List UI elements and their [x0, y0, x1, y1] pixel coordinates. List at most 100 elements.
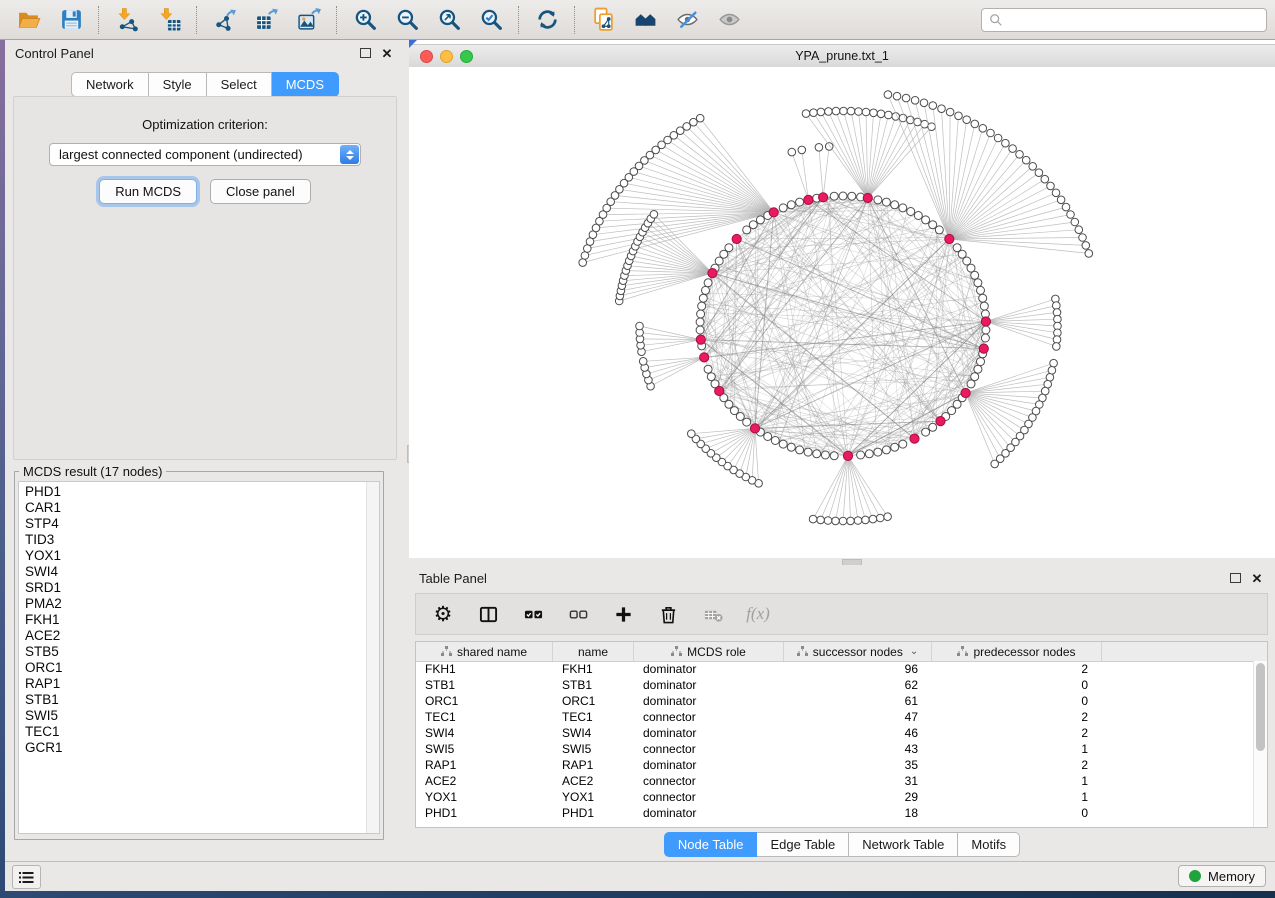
mcds-result-node[interactable]: STB5 [25, 644, 379, 660]
mcds-list-scrollbar[interactable] [366, 482, 379, 833]
tab-select[interactable]: Select [207, 72, 272, 97]
table-row[interactable]: YOX1YOX1connector291 [416, 789, 1254, 805]
show-columns-button[interactable] [475, 601, 501, 627]
table-row[interactable]: ORC1ORC1dominator610 [416, 693, 1254, 709]
mcds-result-list[interactable]: PHD1CAR1STP4TID3YOX1SWI4SRD1PMA2FKH1ACE2… [18, 481, 380, 834]
column-header-predecessor-nodes[interactable]: predecessor nodes [932, 642, 1102, 661]
graph-node [839, 192, 847, 200]
export-network-button[interactable] [204, 3, 246, 37]
show-log-button[interactable] [12, 865, 41, 889]
zoom-in-button[interactable] [344, 3, 386, 37]
tab-node-table[interactable]: Node Table [664, 832, 758, 857]
table-cell: SWI4 [416, 725, 553, 741]
select-all-columns-button[interactable] [520, 601, 546, 627]
mcds-result-node[interactable]: STB1 [25, 692, 379, 708]
tab-edge-table[interactable]: Edge Table [757, 832, 849, 857]
mcds-result-node[interactable]: FKH1 [25, 612, 379, 628]
apply-layout-button[interactable] [526, 3, 568, 37]
mcds-result-node[interactable]: YOX1 [25, 548, 379, 564]
graph-leaf-node [876, 514, 884, 522]
graph-leaf-node [920, 99, 928, 107]
table-row[interactable]: ACE2ACE2connector311 [416, 773, 1254, 789]
table-scrollbar-thumb[interactable] [1256, 663, 1265, 751]
mcds-result-node[interactable]: TID3 [25, 532, 379, 548]
mcds-result-node[interactable]: ACE2 [25, 628, 379, 644]
delete-columns-button[interactable] [655, 601, 681, 627]
tab-motifs[interactable]: Motifs [958, 832, 1020, 857]
delete-table-button[interactable] [700, 601, 726, 627]
mcds-result-node[interactable]: PHD1 [25, 484, 379, 500]
mcds-result-node[interactable]: SRD1 [25, 580, 379, 596]
optimization-criterion-select[interactable]: largest connected component (undirected) [49, 143, 361, 166]
mcds-result-node[interactable]: RAP1 [25, 676, 379, 692]
mcds-result-node[interactable]: SWI5 [25, 708, 379, 724]
network-from-selection-button[interactable] [582, 3, 624, 37]
float-table-panel-button[interactable] [1227, 570, 1243, 586]
column-header-filler [1102, 642, 1267, 661]
mcds-result-node[interactable]: CAR1 [25, 500, 379, 516]
search-input[interactable] [1003, 12, 1266, 28]
import-table-button[interactable] [148, 3, 190, 37]
tab-network-table[interactable]: Network Table [849, 832, 958, 857]
mcds-result-title: MCDS result (17 nodes) [19, 464, 166, 479]
column-header-mcds-role[interactable]: MCDS role [634, 642, 784, 661]
mcds-result-node[interactable]: STP4 [25, 516, 379, 532]
table-row[interactable]: STB1STB1dominator620 [416, 677, 1254, 693]
zoom-fit-button[interactable] [428, 3, 470, 37]
zoom-selected-button[interactable] [470, 3, 512, 37]
mcds-result-node[interactable]: ORC1 [25, 660, 379, 676]
memory-button[interactable]: Memory [1178, 865, 1266, 887]
import-network-button[interactable] [106, 3, 148, 37]
table-cell: 1 [932, 773, 1102, 789]
table-scrollbar[interactable] [1253, 661, 1267, 827]
column-header-name[interactable]: name [553, 642, 634, 661]
unselect-all-columns-button[interactable] [565, 601, 591, 627]
table-row[interactable]: SWI5SWI5connector431 [416, 741, 1254, 757]
add-column-button[interactable] [610, 601, 636, 627]
zoom-out-button[interactable] [386, 3, 428, 37]
table-row[interactable]: SWI4SWI4dominator462 [416, 725, 1254, 741]
horizontal-splitter[interactable] [409, 558, 1275, 565]
mcds-result-node[interactable]: TEC1 [25, 724, 379, 740]
table-row[interactable]: RAP1RAP1dominator352 [416, 757, 1254, 773]
graph-leaf-node [1071, 218, 1079, 226]
hide-selected-button[interactable] [666, 3, 708, 37]
tab-style[interactable]: Style [149, 72, 207, 97]
network-view: YPA_prune.txt_1 [409, 40, 1275, 558]
table-options-button[interactable]: ⚙ [430, 601, 456, 627]
graph-mcds-node [961, 388, 970, 397]
first-neighbors-button[interactable] [624, 3, 666, 37]
network-canvas[interactable] [409, 67, 1275, 558]
close-panel-button-mcds[interactable]: Close panel [210, 179, 311, 204]
export-image-button[interactable] [288, 3, 330, 37]
graph-leaf-node [1062, 203, 1070, 211]
graph-edge [966, 370, 1052, 393]
graph-mcds-node [696, 335, 705, 344]
run-mcds-button[interactable]: Run MCDS [99, 179, 197, 204]
export-table-button[interactable] [246, 3, 288, 37]
save-session-button[interactable] [50, 3, 92, 37]
close-panel-button[interactable]: ✕ [379, 45, 395, 61]
graph-edge [755, 428, 759, 483]
graph-node [979, 294, 987, 302]
mcds-result-node[interactable]: SWI4 [25, 564, 379, 580]
network-graph[interactable] [409, 67, 1275, 558]
close-table-panel-button[interactable]: ✕ [1249, 570, 1265, 586]
graph-leaf-node [1041, 175, 1049, 183]
tab-network[interactable]: Network [71, 72, 149, 97]
toolbar-separator [574, 6, 576, 34]
function-builder-button[interactable]: f(x) [745, 601, 771, 627]
tab-mcds[interactable]: MCDS [272, 72, 339, 97]
column-header-successor-nodes[interactable]: successor nodes ⌄ [784, 642, 932, 661]
float-panel-button[interactable] [357, 45, 373, 61]
table-row[interactable]: FKH1FKH1dominator962 [416, 661, 1254, 677]
show-all-button[interactable] [708, 3, 750, 37]
graph-leaf-node [817, 516, 825, 524]
table-row[interactable]: TEC1TEC1connector472 [416, 709, 1254, 725]
mcds-result-node[interactable]: GCR1 [25, 740, 379, 756]
mcds-result-node[interactable]: PMA2 [25, 596, 379, 612]
column-header-shared-name[interactable]: shared name [416, 642, 553, 661]
open-file-button[interactable] [8, 3, 50, 37]
table-row[interactable]: PHD1PHD1dominator180 [416, 805, 1254, 821]
table-panel-title: Table Panel [419, 571, 487, 586]
